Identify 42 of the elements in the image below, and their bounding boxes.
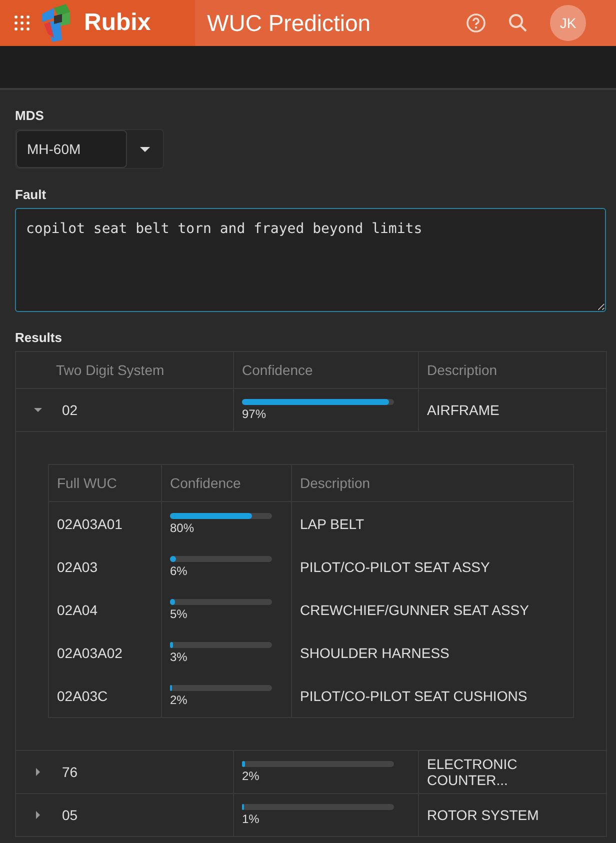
- confidence-value: 97%: [242, 407, 266, 421]
- table-cell: PILOT/CO-PILOT SEAT CUSHIONS: [292, 674, 574, 718]
- confidence-value: 2%: [170, 692, 188, 706]
- system-code: 76: [62, 764, 78, 780]
- table-cell: 02A04: [48, 588, 162, 631]
- column-header[interactable]: Description: [418, 352, 606, 388]
- search-icon[interactable]: [508, 13, 528, 33]
- system-code: 02: [62, 402, 78, 418]
- confidence-value: 5%: [170, 606, 188, 620]
- field-label: Fault: [15, 187, 46, 202]
- table-cell: AIRFRAME: [418, 388, 606, 432]
- table-cell: ELECTRONIC COUNTER...: [418, 750, 606, 794]
- column-header[interactable]: Description: [292, 464, 574, 502]
- table-cell: 02A03A01: [48, 502, 162, 545]
- app-title: WUC Prediction: [207, 10, 372, 36]
- field-label: MDS: [15, 108, 44, 123]
- table-cell: 02A03A02: [48, 631, 162, 674]
- mds-dropdown[interactable]: MH-60M: [15, 129, 164, 169]
- user-avatar[interactable]: JK: [550, 5, 586, 41]
- table-cell: 02A03C: [48, 674, 162, 718]
- column-header[interactable]: Confidence: [234, 352, 418, 388]
- table-cell: SHOULDER HARNESS: [292, 631, 574, 674]
- confidence-value: 1%: [242, 812, 260, 826]
- confidence-value: 3%: [170, 650, 188, 664]
- column-header[interactable]: Confidence: [162, 464, 292, 502]
- column-header[interactable]: Two Digit System: [16, 352, 234, 388]
- confidence-value: 80%: [170, 520, 194, 534]
- table-cell: LAP BELT: [292, 502, 574, 545]
- table-cell: 02A03: [48, 545, 162, 588]
- table-cell: ROTOR SYSTEM: [418, 794, 606, 836]
- table-cell: PILOT/CO-PILOT SEAT ASSY: [292, 545, 574, 588]
- column-header[interactable]: Full WUC: [48, 464, 162, 502]
- caret-icon: [140, 146, 150, 152]
- apps-grid-icon[interactable]: [14, 15, 30, 31]
- confidence-value: 2%: [242, 769, 260, 783]
- system-code: 05: [62, 807, 78, 823]
- confidence-value: 6%: [170, 564, 188, 578]
- section-label: Results: [15, 330, 62, 345]
- brand-name: Rubix: [84, 9, 151, 37]
- fault-input-field[interactable]: copilot seat belt torn and frayed beyond limits: [15, 208, 606, 312]
- table-cell: CREWCHIEF/GUNNER SEAT ASSY: [292, 588, 574, 631]
- help-icon[interactable]: [466, 13, 486, 33]
